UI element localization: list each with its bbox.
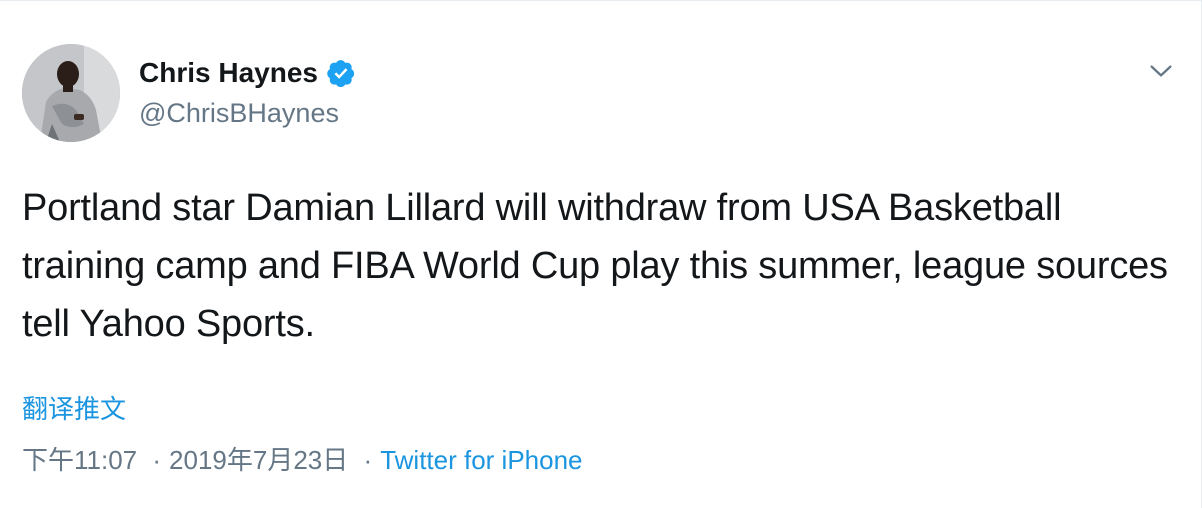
- avatar-image: [22, 44, 120, 142]
- translate-tweet-link[interactable]: 翻译推文: [22, 392, 126, 426]
- tweet-text: Portland star Damian Lillard will withdr…: [22, 187, 1168, 345]
- chevron-down-icon[interactable]: [1146, 56, 1176, 86]
- tweet-time[interactable]: 下午11:07: [22, 445, 137, 475]
- tweet-date[interactable]: 2019年7月23日: [169, 445, 348, 475]
- meta-separator: ·: [152, 445, 162, 475]
- author-display-name[interactable]: Chris Haynes: [139, 56, 318, 90]
- author-name-row: Chris Haynes: [139, 56, 356, 90]
- tweet-metadata: 下午11:07 · 2019年7月23日 · Twitter for iPhone: [22, 442, 583, 478]
- top-divider: [0, 0, 1202, 1]
- author-handle[interactable]: @ChrisBHaynes: [139, 96, 339, 130]
- avatar[interactable]: [22, 44, 120, 142]
- tweet-source-link[interactable]: Twitter for iPhone: [380, 445, 582, 475]
- meta-separator: ·: [363, 445, 373, 475]
- tweet-card: Chris Haynes @ChrisBHaynes Portland star…: [0, 0, 1202, 508]
- verified-badge-icon: [326, 58, 356, 88]
